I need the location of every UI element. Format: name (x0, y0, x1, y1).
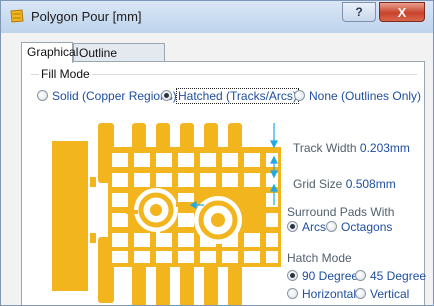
fill-solid-option[interactable]: Solid (Copper Regions) (37, 89, 177, 103)
grid-size-row: Grid Size 0.508mm (293, 177, 396, 191)
hatched-polygon-illustration (52, 123, 281, 305)
radio-octagons[interactable] (326, 221, 337, 232)
hatch-mode-label: Hatch Mode (287, 251, 352, 265)
pad-left-plane (52, 141, 88, 291)
pin-bottom-4 (204, 265, 218, 305)
window-title: Polygon Pour [mm] (31, 9, 142, 24)
surround-arcs-option[interactable]: Arcs (287, 220, 326, 234)
hatch-45-option[interactable]: 45 Degree (355, 269, 426, 283)
hatch-90-option[interactable]: 90 Degree (287, 269, 358, 283)
radio-arcs[interactable] (287, 221, 298, 232)
pin-bottom-1 (132, 265, 146, 305)
close-button[interactable]: X (379, 2, 425, 22)
pin-top-3 (180, 123, 194, 149)
hatch-45-label: 45 Degree (370, 269, 427, 283)
hatch-horizontal-option[interactable]: Horizontal (287, 287, 356, 301)
radio-90-degree[interactable] (287, 270, 298, 281)
track-width-label: Track Width (293, 141, 357, 155)
fill-solid-label: Solid (Copper Regions) (52, 89, 177, 103)
fill-hatched-option[interactable]: Hatched (Tracks/Arcs) (161, 88, 299, 104)
surround-octagons-label: Octagons (341, 220, 393, 234)
track-width-value[interactable]: 0.203mm (360, 141, 410, 155)
surround-arcs-label: Arcs (302, 220, 326, 234)
radio-vertical[interactable] (355, 288, 366, 299)
grid-size-value[interactable]: 0.508mm (346, 177, 396, 191)
radio-45-degree[interactable] (355, 270, 366, 281)
polygon-pour-icon (10, 9, 24, 23)
radio-solid[interactable] (37, 90, 48, 101)
pin-bottom-2 (156, 265, 170, 305)
pin-bottom-3 (180, 265, 194, 305)
hatch-horizontal-label: Horizontal (302, 287, 357, 301)
hatch-vertical-label: Vertical (370, 287, 410, 301)
grid-size-label: Grid Size (293, 177, 343, 191)
fill-none-option[interactable]: None (Outlines Only) (294, 89, 421, 103)
radio-none[interactable] (294, 90, 305, 101)
radio-horizontal[interactable] (287, 288, 298, 299)
pin-top-2 (156, 123, 170, 149)
fill-mode-legend: Fill Mode (39, 67, 92, 81)
pin-bottom-5 (228, 265, 242, 305)
hatch-90-label: 90 Degree (302, 269, 359, 283)
track-width-row: Track Width 0.203mm (293, 141, 410, 155)
pin-top-5 (228, 123, 242, 149)
surround-octagons-option[interactable]: Octagons (326, 220, 392, 234)
pin-top-4 (204, 123, 218, 149)
help-button[interactable]: ? (342, 2, 376, 22)
pin-top-1 (132, 123, 146, 149)
tab-graphical[interactable]: Graphical (21, 42, 78, 63)
title-bar[interactable]: Polygon Pour [mm] ? X (1, 1, 433, 33)
radio-hatched[interactable] (161, 90, 172, 101)
fill-none-label: None (Outlines Only) (309, 89, 422, 103)
surround-pads-label: Surround Pads With (287, 205, 395, 219)
hatch-vertical-option[interactable]: Vertical (355, 287, 409, 301)
tab-outline-vertices[interactable]: Outline Vertices (73, 43, 165, 74)
polygon-pour-dialog: Polygon Pour [mm] ? X Graphical Outline … (0, 0, 434, 306)
fill-hatched-label: Hatched (Tracks/Arcs) (176, 88, 299, 104)
